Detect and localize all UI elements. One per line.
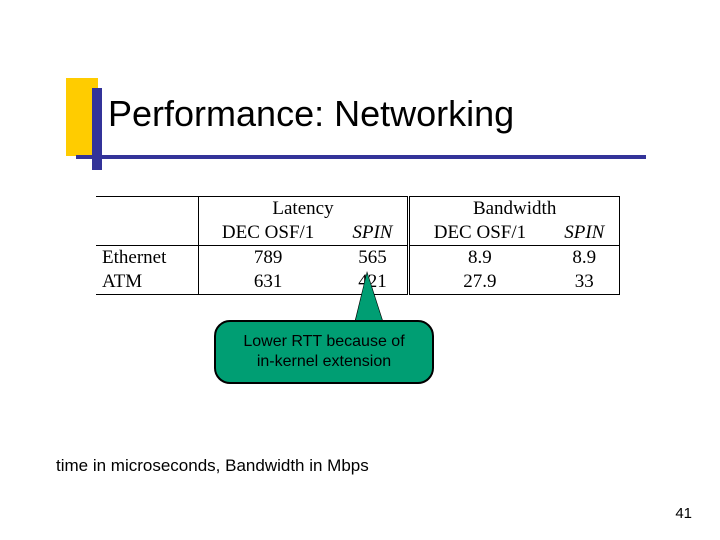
footnote: time in microseconds, Bandwidth in Mbps <box>56 456 369 476</box>
table-corner-blank <box>96 221 198 246</box>
cell-latency-dec: 789 <box>198 246 337 271</box>
slide: Performance: Networking Latency Bandwidt… <box>0 0 720 540</box>
page-number: 41 <box>675 505 692 522</box>
callout-line: Lower RTT because of <box>243 332 404 352</box>
page-title: Performance: Networking <box>108 94 514 134</box>
table-row: Ethernet 789 565 8.9 8.9 <box>96 246 620 271</box>
table-corner-blank <box>96 197 198 222</box>
col-header-latency-spin: SPIN <box>338 221 409 246</box>
cell-bandwidth-dec: 8.9 <box>409 246 550 271</box>
callout-line: in-kernel extension <box>243 352 404 372</box>
row-label: ATM <box>96 270 198 295</box>
title-underline <box>76 155 646 159</box>
callout-bubble: Lower RTT because of in-kernel extension <box>214 320 434 384</box>
cell-bandwidth-spin: 8.9 <box>550 246 620 271</box>
cell-latency-spin: 565 <box>338 246 409 271</box>
col-header-bandwidth-dec: DEC OSF/1 <box>409 221 550 246</box>
row-label: Ethernet <box>96 246 198 271</box>
cell-bandwidth-dec: 27.9 <box>409 270 550 295</box>
cell-latency-dec: 631 <box>198 270 337 295</box>
group-header-bandwidth: Bandwidth <box>409 197 620 222</box>
col-header-bandwidth-spin: SPIN <box>550 221 620 246</box>
col-header-latency-dec: DEC OSF/1 <box>198 221 337 246</box>
cell-bandwidth-spin: 33 <box>550 270 620 295</box>
group-header-latency: Latency <box>198 197 409 222</box>
